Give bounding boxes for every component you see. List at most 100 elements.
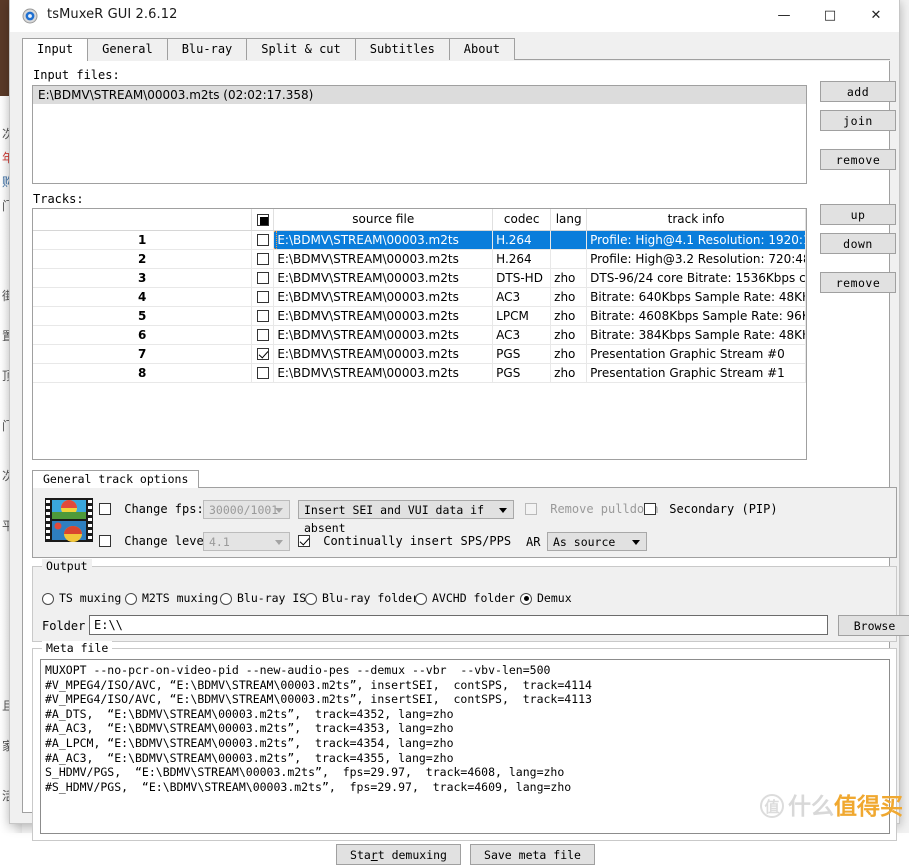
- row-number: 3: [33, 268, 253, 288]
- row-checkbox-cell[interactable]: [251, 287, 275, 307]
- maximize-button[interactable]: □: [807, 0, 853, 31]
- continually-sps-pps-checkbox[interactable]: [298, 534, 310, 547]
- table-header-row: source file codec lang track info: [33, 209, 806, 231]
- column-header-lang[interactable]: lang: [550, 209, 588, 231]
- row-checkbox-cell[interactable]: [251, 344, 275, 364]
- cell-codec: LPCM: [492, 306, 552, 326]
- output-group-title: Output: [42, 559, 92, 573]
- table-row[interactable]: 8 E:\BDMV\STREAM\00003.m2ts PGS zho Presenta…: [33, 363, 806, 383]
- secondary-pip-checkbox[interactable]: [644, 502, 656, 515]
- secondary-pip-row[interactable]: Secondary (PIP): [644, 501, 778, 516]
- column-header-codec[interactable]: codec: [492, 209, 552, 231]
- row-checkbox-cell[interactable]: [251, 363, 275, 383]
- move-down-button[interactable]: down: [820, 233, 896, 254]
- cell-lang: zho: [550, 363, 588, 383]
- row-checkbox[interactable]: [256, 367, 269, 379]
- sei-vui-select[interactable]: Insert SEI and VUI data if absent: [298, 500, 514, 535]
- tab-bluray[interactable]: Blu-ray: [166, 38, 248, 60]
- tab-subtitles[interactable]: Subtitles: [354, 38, 450, 60]
- row-checkbox[interactable]: [256, 234, 269, 246]
- window-title: tsMuxeR GUI 2.6.12: [47, 7, 178, 22]
- fps-select[interactable]: 30000/1001: [203, 500, 290, 519]
- radio-icon[interactable]: [125, 592, 137, 605]
- level-select[interactable]: 4.1: [203, 532, 290, 551]
- continually-sps-pps-row[interactable]: Continually insert SPS/PPS: [298, 533, 511, 548]
- general-track-options-tab[interactable]: General track options: [32, 470, 200, 488]
- minimize-button[interactable]: —: [761, 0, 807, 31]
- folder-input[interactable]: E:\\: [89, 615, 828, 635]
- tracks-table[interactable]: source file codec lang track info 1 E:\BD…: [32, 208, 807, 460]
- change-level-row[interactable]: Change level:: [99, 533, 218, 548]
- chevron-down-icon: [275, 540, 283, 545]
- radio-bluray-folder[interactable]: Blu-ray folder: [305, 591, 419, 605]
- folder-label: Folder: [42, 619, 86, 633]
- row-checkbox-cell[interactable]: [251, 325, 275, 345]
- tab-input[interactable]: Input: [22, 38, 89, 61]
- radio-bluray-iso[interactable]: Blu-ray ISO: [220, 591, 313, 605]
- row-number-header: [33, 209, 253, 231]
- close-button[interactable]: ✕: [853, 0, 899, 31]
- table-row[interactable]: 6 E:\BDMV\STREAM\00003.m2ts AC3 zho Bitrate:…: [33, 325, 806, 345]
- remove-pulldown-row[interactable]: Remove pulldown: [525, 501, 659, 516]
- tab-general[interactable]: General: [87, 38, 168, 60]
- table-row[interactable]: 1 E:\BDMV\STREAM\00003.m2ts H.264 Profile: …: [33, 230, 806, 250]
- row-checkbox-cell[interactable]: [251, 249, 275, 269]
- change-fps-label: Change fps:: [124, 501, 204, 516]
- move-up-button[interactable]: up: [820, 204, 896, 225]
- ar-label: AR: [526, 535, 540, 549]
- radio-demux[interactable]: Demux: [520, 591, 572, 605]
- add-button[interactable]: add: [820, 81, 896, 102]
- row-checkbox[interactable]: [256, 291, 269, 303]
- radio-icon[interactable]: [42, 592, 54, 605]
- radio-icon[interactable]: [415, 592, 427, 605]
- row-checkbox-cell[interactable]: [251, 268, 275, 288]
- row-number: 5: [33, 306, 253, 326]
- radio-m2ts-muxing[interactable]: M2TS muxing: [125, 591, 218, 605]
- filmstrip-thumbnail-icon: [45, 498, 93, 542]
- radio-icon[interactable]: [220, 592, 232, 605]
- tab-about[interactable]: About: [448, 38, 515, 60]
- change-level-checkbox[interactable]: [99, 534, 111, 547]
- table-row[interactable]: 2 E:\BDMV\STREAM\00003.m2ts H.264 Profile: …: [33, 249, 806, 269]
- column-header-track-info[interactable]: track info: [586, 209, 806, 231]
- row-checkbox[interactable]: [256, 272, 269, 284]
- table-row[interactable]: 5 E:\BDMV\STREAM\00003.m2ts LPCM zho Bitrate…: [33, 306, 806, 326]
- row-checkbox[interactable]: [256, 348, 269, 360]
- list-item[interactable]: E:\BDMV\STREAM\00003.m2ts (02:02:17.358): [33, 86, 806, 104]
- row-checkbox[interactable]: [256, 253, 269, 265]
- join-button[interactable]: join: [820, 110, 896, 131]
- general-track-options-body: Change fps: 30000/1001 Change level: 4.1…: [32, 487, 897, 558]
- column-header-source-file[interactable]: source file: [273, 209, 494, 231]
- change-fps-row[interactable]: Change fps:: [99, 501, 204, 516]
- row-checkbox-cell[interactable]: [251, 306, 275, 326]
- radio-icon[interactable]: [305, 592, 317, 605]
- radio-avchd-folder[interactable]: AVCHD folder: [415, 591, 515, 605]
- remove-track-button[interactable]: remove: [820, 272, 896, 293]
- row-checkbox-cell[interactable]: [251, 230, 275, 250]
- change-fps-checkbox[interactable]: [99, 502, 111, 515]
- radio-icon[interactable]: [520, 592, 532, 605]
- browse-button[interactable]: Browse: [838, 615, 909, 636]
- select-all-header[interactable]: [251, 209, 275, 231]
- general-track-options-panel: General track options Change fps: 30000/…: [32, 470, 897, 558]
- radio-label: M2TS muxing: [142, 591, 219, 605]
- table-row[interactable]: 7 E:\BDMV\STREAM\00003.m2ts PGS zho Presenta…: [33, 344, 806, 364]
- input-files-list[interactable]: E:\BDMV\STREAM\00003.m2ts (02:02:17.358): [32, 85, 807, 184]
- table-row[interactable]: 4 E:\BDMV\STREAM\00003.m2ts AC3 zho Bitrate:…: [33, 287, 806, 307]
- app-gear-icon: [22, 8, 38, 24]
- tab-split-cut[interactable]: Split & cut: [246, 38, 356, 60]
- meta-file-textarea[interactable]: MUXOPT --no-pcr-on-video-pid --new-audio…: [40, 659, 890, 834]
- cell-track-info: DTS-96/24 core Bitrate: 1536Kbps core + …: [586, 268, 806, 288]
- meta-file-group-title: Meta file: [42, 641, 113, 655]
- radio-ts-muxing[interactable]: TS muxing: [42, 591, 121, 605]
- cell-lang: zho: [550, 268, 588, 288]
- table-row[interactable]: 3 E:\BDMV\STREAM\00003.m2ts DTS-HD zho DTS-9…: [33, 268, 806, 288]
- remove-input-button[interactable]: remove: [820, 149, 896, 170]
- start-demuxing-button[interactable]: Start demuxing: [336, 844, 461, 865]
- remove-pulldown-checkbox[interactable]: [525, 502, 537, 515]
- save-meta-file-button[interactable]: Save meta file: [470, 844, 595, 865]
- row-checkbox[interactable]: [256, 310, 269, 322]
- ar-select[interactable]: As source: [547, 532, 647, 551]
- row-checkbox[interactable]: [256, 329, 269, 341]
- select-all-checkbox[interactable]: [256, 213, 269, 226]
